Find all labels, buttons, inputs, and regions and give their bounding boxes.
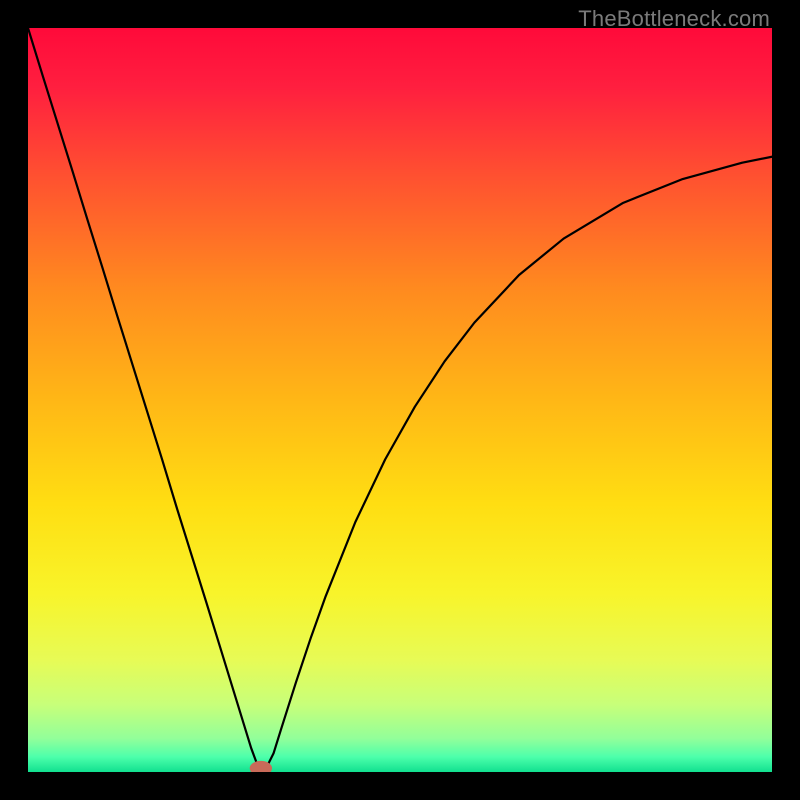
curve-layer — [28, 28, 772, 772]
data-curve — [28, 28, 772, 768]
plot-area — [28, 28, 772, 772]
watermark-text: TheBottleneck.com — [578, 6, 770, 32]
chart-frame: TheBottleneck.com — [0, 0, 800, 800]
